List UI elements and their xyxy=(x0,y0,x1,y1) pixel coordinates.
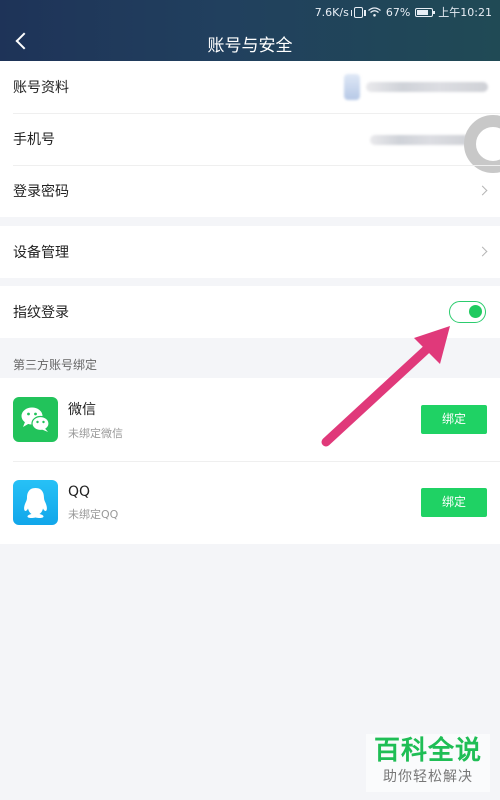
wechat-icon xyxy=(13,397,58,442)
list-item-qq: QQ 未绑定QQ 绑定 xyxy=(0,461,500,544)
row-label: 指纹登录 xyxy=(13,305,69,321)
battery-percent: 67% xyxy=(385,5,411,19)
chevron-right-icon xyxy=(477,246,488,257)
row-fingerprint-login: 指纹登录 xyxy=(0,286,500,338)
qq-status: 未绑定QQ xyxy=(68,507,119,521)
row-label: 登录密码 xyxy=(13,184,69,200)
fingerprint-group: 指纹登录 xyxy=(0,286,500,338)
chevron-right-icon xyxy=(477,185,488,196)
device-group: 设备管理 xyxy=(0,226,500,278)
header-bar: 7.6K/s 67% 上午10:21 账号与安全 xyxy=(0,0,500,61)
battery-icon xyxy=(415,7,436,17)
section-label-third-party: 第三方账号绑定 xyxy=(13,358,98,372)
watermark-sub: 助你轻松解决 xyxy=(383,769,473,785)
row-login-password[interactable]: 登录密码 xyxy=(0,165,500,217)
wechat-name: 微信 xyxy=(68,401,96,418)
qq-icon xyxy=(13,480,58,525)
row-phone-number[interactable]: 手机号 xyxy=(0,113,500,173)
list-item-wechat: 微信 未绑定微信 绑定 xyxy=(0,378,500,461)
row-label: 设备管理 xyxy=(13,245,69,261)
watermark-logo: 百科全说 助你轻松解决 xyxy=(366,734,490,792)
fingerprint-toggle[interactable] xyxy=(449,301,486,323)
watermark-main: 百科全说 xyxy=(373,736,482,766)
wifi-icon xyxy=(367,7,381,17)
vibrate-icon xyxy=(350,6,366,18)
clock: 上午10:21 xyxy=(438,6,492,19)
blurred-account-value xyxy=(366,82,488,92)
row-label: 手机号 xyxy=(13,132,55,148)
qq-name: QQ xyxy=(68,483,91,500)
status-bar: 7.6K/s 67% 上午10:21 xyxy=(315,4,492,20)
third-party-group: 微信 未绑定微信 绑定 QQ 未绑定QQ 绑定 xyxy=(0,378,500,544)
row-device-management[interactable]: 设备管理 xyxy=(0,226,500,278)
row-account-profile[interactable]: 账号资料 xyxy=(0,61,500,113)
bind-qq-button[interactable]: 绑定 xyxy=(421,488,487,517)
bind-wechat-button[interactable]: 绑定 xyxy=(421,405,487,434)
blurred-avatar xyxy=(344,74,360,100)
page-title: 账号与安全 xyxy=(207,36,293,56)
blurred-phone-value xyxy=(370,135,470,145)
row-label: 账号资料 xyxy=(13,80,69,96)
network-speed: 7.6K/s xyxy=(314,5,349,19)
wechat-status: 未绑定微信 xyxy=(68,426,123,440)
account-group: 账号资料 手机号 登录密码 xyxy=(0,61,500,217)
